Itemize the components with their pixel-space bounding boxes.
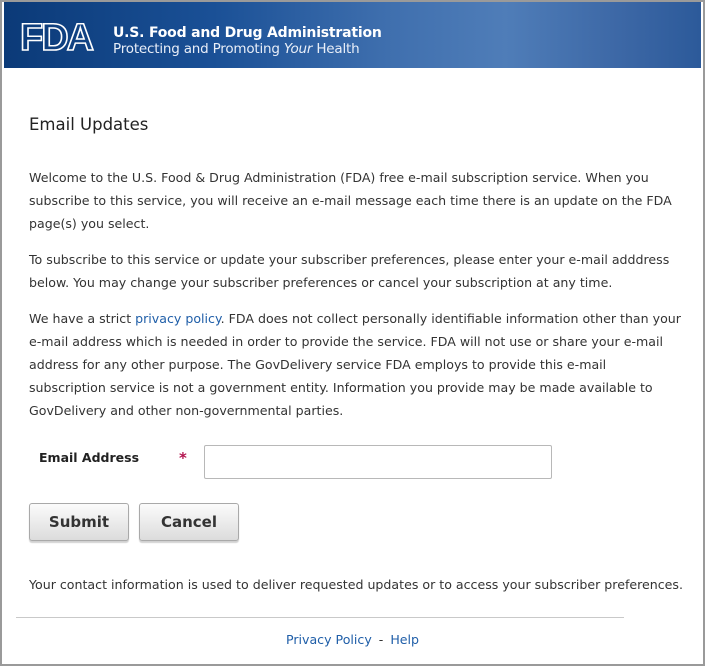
footer-links-group: Privacy Policy - Help [286, 632, 419, 647]
tagline-emphasis: Your [283, 41, 313, 57]
footer-links: Privacy Policy - Help [0, 632, 705, 647]
agency-tagline: Protecting and Promoting Your Health [113, 41, 360, 57]
agency-name: U.S. Food and Drug Administration [113, 25, 382, 41]
submit-button[interactable]: Submit [29, 503, 129, 541]
fda-logo: FDA [20, 19, 96, 55]
page-title: Email Updates [29, 115, 149, 134]
email-address-input[interactable] [204, 445, 552, 479]
contact-info-note: Your contact information is used to deli… [29, 577, 683, 592]
privacy-paragraph: We have a strict privacy policy. FDA doe… [29, 307, 684, 422]
header-banner: FDA U.S. Food and Drug Administration Pr… [4, 2, 701, 68]
privacy-policy-link[interactable]: privacy policy [135, 311, 221, 326]
footer-divider [16, 617, 624, 618]
privacy-prefix: We have a strict [29, 311, 136, 326]
tagline-prefix: Protecting and Promoting [113, 41, 284, 57]
instructions-paragraph: To subscribe to this service or update y… [29, 252, 670, 290]
footer-help-link[interactable]: Help [390, 632, 419, 647]
fda-logo-text: FDA [20, 19, 94, 55]
footer-privacy-policy-link[interactable]: Privacy Policy [286, 632, 372, 647]
email-address-label: Email Address [39, 450, 140, 465]
cancel-button[interactable]: Cancel [139, 503, 239, 541]
footer-separator: - [378, 632, 384, 647]
tagline-suffix: Health [312, 41, 360, 57]
intro-paragraph: Welcome to the U.S. Food & Drug Administ… [29, 170, 672, 231]
required-asterisk: * [179, 449, 187, 467]
privacy-suffix: . FDA does not collect personally identi… [29, 311, 681, 418]
